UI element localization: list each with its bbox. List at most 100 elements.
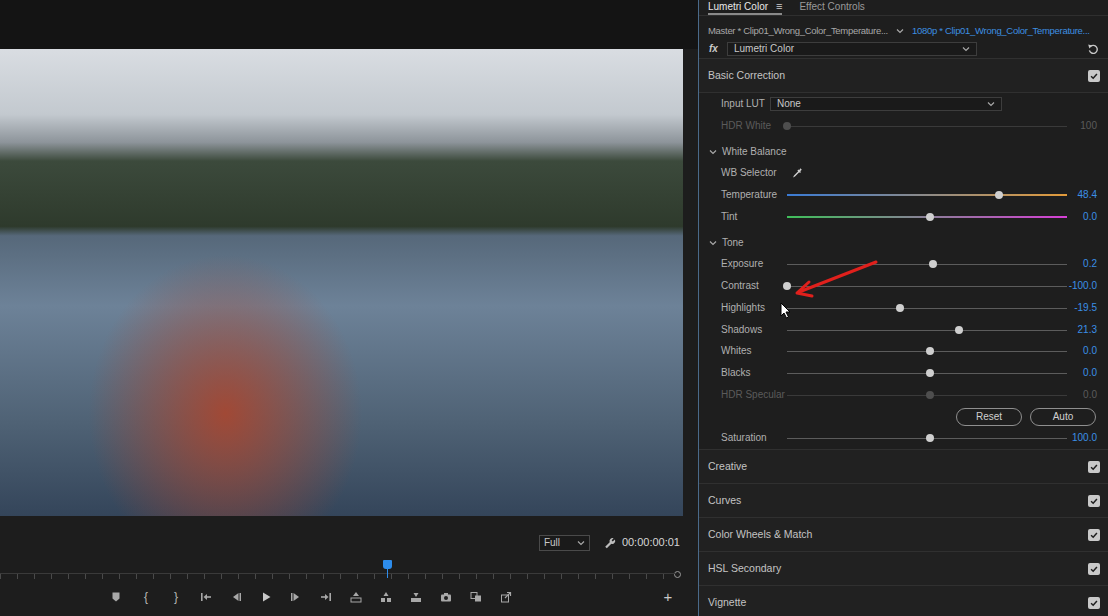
eyedropper-icon[interactable] bbox=[791, 167, 803, 179]
slider-value[interactable]: 100.0 bbox=[1067, 432, 1097, 444]
slider-value[interactable]: -19.5 bbox=[1067, 302, 1097, 314]
goto-out-button[interactable] bbox=[311, 588, 341, 606]
highlights-slider[interactable] bbox=[787, 302, 1067, 314]
section-header[interactable]: Vignette bbox=[699, 586, 1108, 616]
group-label: White Balance bbox=[722, 146, 786, 158]
tint-slider-row: Tint0.0 bbox=[699, 206, 1108, 228]
lift-button[interactable] bbox=[341, 588, 371, 606]
wrench-icon[interactable] bbox=[604, 537, 616, 549]
goto-in-button[interactable] bbox=[191, 588, 221, 606]
slider-knob bbox=[926, 391, 934, 399]
playhead[interactable] bbox=[383, 560, 392, 569]
chevron-down-icon bbox=[987, 100, 995, 108]
white-balance-header[interactable]: White Balance bbox=[699, 141, 1108, 163]
camera-button[interactable] bbox=[431, 588, 461, 606]
input-lut-dropdown[interactable]: None bbox=[770, 97, 1002, 111]
step-back-button[interactable] bbox=[221, 588, 251, 606]
panel-tab[interactable]: Lumetri Color ≡ bbox=[708, 0, 782, 15]
slider-value[interactable]: 0.0 bbox=[1067, 211, 1097, 223]
slider-track-line bbox=[787, 308, 1067, 309]
panel-tab[interactable]: Effect Controls bbox=[799, 0, 864, 15]
section-enable-checkbox[interactable] bbox=[1088, 563, 1100, 575]
shadows-slider[interactable] bbox=[787, 324, 1067, 336]
timecode[interactable]: 00:00:00:01 bbox=[622, 536, 680, 549]
auto-button[interactable]: Auto bbox=[1030, 408, 1096, 426]
play-icon bbox=[260, 591, 272, 603]
section-header[interactable]: HSL Secondary bbox=[699, 552, 1108, 586]
chevron-down-icon bbox=[577, 539, 585, 547]
tone-header[interactable]: Tone bbox=[699, 232, 1108, 254]
fx-badge[interactable]: fx bbox=[709, 43, 727, 55]
slider-knob[interactable] bbox=[926, 213, 934, 221]
slider-value[interactable]: 0.2 bbox=[1067, 258, 1097, 270]
section-header[interactable]: Curves bbox=[699, 484, 1108, 518]
slider-knob[interactable] bbox=[783, 282, 791, 290]
section-enable-checkbox[interactable] bbox=[1088, 461, 1100, 473]
lumetri-color-panel: Lumetri Color ≡ Effect Controls Master * Cl… bbox=[698, 0, 1108, 616]
panel-tabs: Lumetri Color ≡ Effect Controls bbox=[699, 0, 1108, 16]
overwrite-button[interactable] bbox=[401, 588, 431, 606]
temperature-slider[interactable] bbox=[787, 189, 1067, 201]
whites-slider[interactable] bbox=[787, 345, 1067, 357]
slider-value[interactable]: 0.0 bbox=[1067, 367, 1097, 379]
slider-knob[interactable] bbox=[896, 304, 904, 312]
slider-value[interactable]: 48.4 bbox=[1067, 189, 1097, 201]
slider-knob[interactable] bbox=[929, 260, 937, 268]
section-title: HSL Secondary bbox=[708, 562, 781, 575]
chevron-icon[interactable] bbox=[709, 239, 717, 247]
section-header[interactable]: Color Wheels & Match bbox=[699, 518, 1108, 552]
master-clip-selector[interactable]: Master * Clip01_Wrong_Color_Temperature.… bbox=[708, 25, 888, 36]
slider-knob[interactable] bbox=[926, 369, 934, 377]
button-glyph: } bbox=[174, 590, 178, 604]
chevron-down-icon[interactable] bbox=[896, 27, 904, 35]
slider-value[interactable]: 21.3 bbox=[1067, 324, 1097, 336]
slider-value[interactable]: 0.0 bbox=[1067, 345, 1097, 357]
slider-knob[interactable] bbox=[955, 326, 963, 334]
button-glyph: { bbox=[144, 590, 148, 604]
sequence-clip-selector[interactable]: 1080p * Clip01_Wrong_Color_Temperature..… bbox=[912, 25, 1090, 36]
camera-icon bbox=[440, 591, 452, 603]
extract-button[interactable] bbox=[371, 588, 401, 606]
slider-knob[interactable] bbox=[995, 191, 1003, 199]
section-header[interactable]: Basic Correction bbox=[699, 59, 1108, 93]
chevron-icon[interactable] bbox=[709, 148, 717, 156]
hdr-white-slider bbox=[787, 120, 1067, 132]
export-button[interactable] bbox=[491, 588, 521, 606]
section-enable-checkbox[interactable] bbox=[1088, 597, 1100, 609]
tone-buttons: Reset Auto bbox=[699, 406, 1108, 428]
section-enable-checkbox[interactable] bbox=[1088, 70, 1100, 82]
step-forward-button[interactable] bbox=[281, 588, 311, 606]
effect-dropdown[interactable]: Lumetri Color bbox=[727, 42, 977, 56]
tab-label: Lumetri Color bbox=[708, 1, 768, 13]
slider-value[interactable]: -100.0 bbox=[1067, 280, 1097, 292]
section-list: Basic CorrectionInput LUTNoneHDR White10… bbox=[699, 59, 1108, 616]
play-button[interactable] bbox=[251, 588, 281, 606]
zoom-dropdown[interactable]: Full bbox=[539, 535, 590, 551]
hdr-specular-slider-row: HDR Specular0.0 bbox=[699, 384, 1108, 406]
panel-menu-button[interactable]: ≡ bbox=[776, 0, 782, 13]
section-header[interactable]: Creative bbox=[699, 450, 1108, 484]
program-monitor: Full 00:00:00:01 {} + bbox=[0, 0, 698, 616]
marker-button[interactable] bbox=[101, 588, 131, 606]
exposure-slider[interactable] bbox=[787, 258, 1067, 270]
exposure-slider-row: Exposure0.2 bbox=[699, 253, 1108, 275]
temperature-slider-row: Temperature48.4 bbox=[699, 184, 1108, 206]
saturation-slider[interactable] bbox=[787, 432, 1067, 444]
mark-button[interactable]: { bbox=[131, 588, 161, 606]
ruler-track[interactable] bbox=[0, 559, 676, 579]
mark-button[interactable]: } bbox=[161, 588, 191, 606]
slider-knob[interactable] bbox=[926, 434, 934, 442]
reset-button[interactable]: Reset bbox=[956, 408, 1022, 426]
goto-out-icon bbox=[320, 591, 332, 603]
section-enable-checkbox[interactable] bbox=[1088, 529, 1100, 541]
reset-icon[interactable] bbox=[1087, 43, 1099, 55]
button-editor-button[interactable]: + bbox=[661, 588, 675, 606]
tint-slider[interactable] bbox=[787, 211, 1067, 223]
section-enable-checkbox[interactable] bbox=[1088, 495, 1100, 507]
compare-button[interactable] bbox=[461, 588, 491, 606]
slider-knob[interactable] bbox=[926, 347, 934, 355]
input-lut-value: None bbox=[777, 98, 801, 110]
section-title: Curves bbox=[708, 494, 741, 507]
chevron-down-icon bbox=[962, 45, 970, 53]
blacks-slider[interactable] bbox=[787, 367, 1067, 379]
